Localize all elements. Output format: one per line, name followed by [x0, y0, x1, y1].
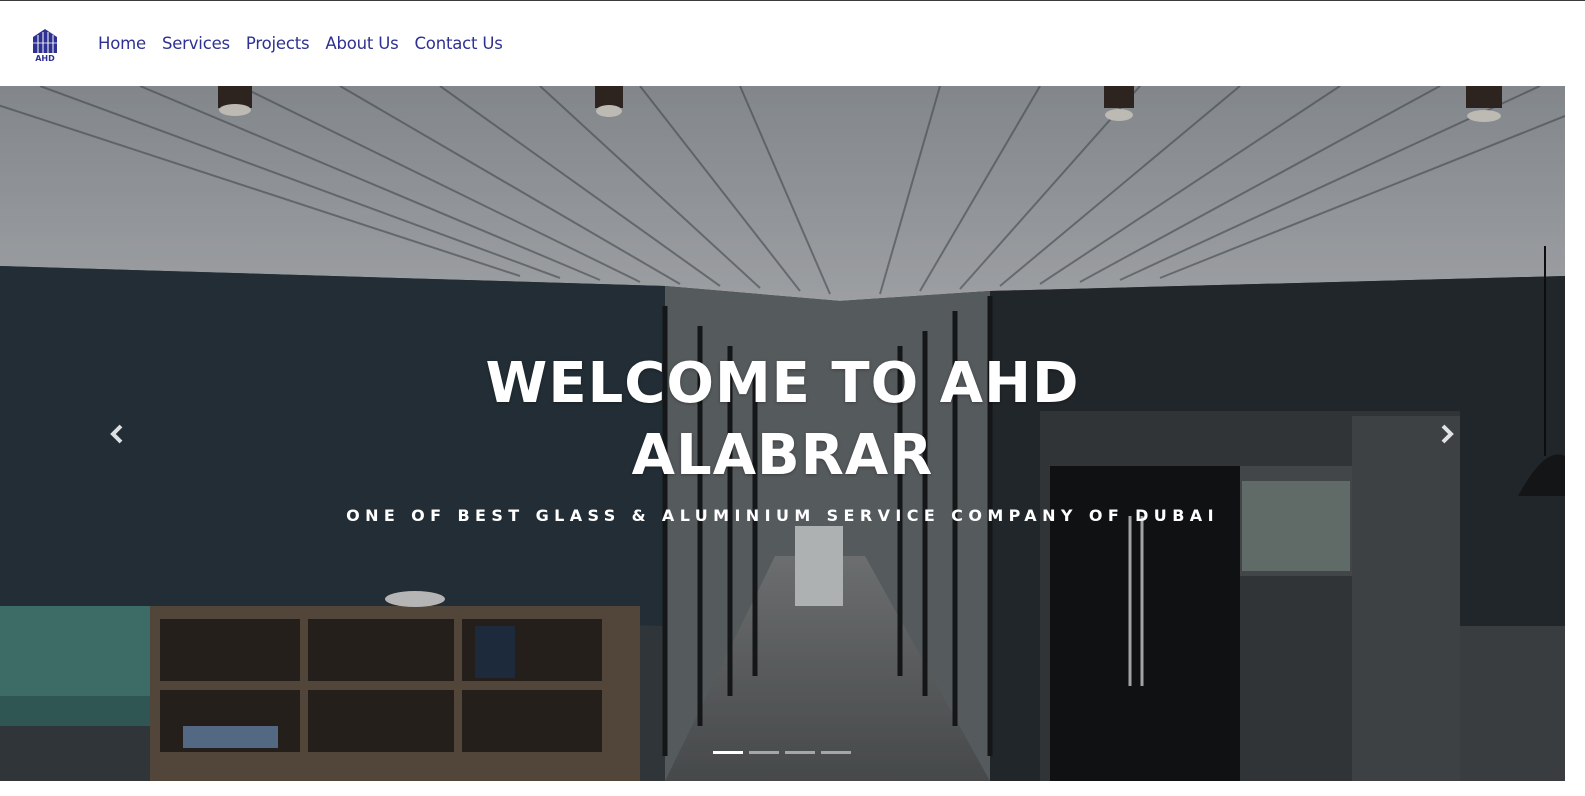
carousel-indicator[interactable] [785, 751, 815, 754]
hero-subtitle: ONE OF BEST GLASS & ALUMINIUM SERVICE CO… [346, 506, 1219, 525]
nav-services[interactable]: Services [162, 34, 230, 53]
carousel-indicator[interactable] [749, 751, 779, 754]
nav-contact-us[interactable]: Contact Us [414, 34, 502, 53]
carousel-next-button[interactable] [1432, 416, 1462, 452]
carousel-indicator[interactable] [713, 751, 743, 754]
carousel-indicators [713, 751, 851, 754]
nav-about-us[interactable]: About Us [325, 34, 398, 53]
page-scrollbar[interactable] [1567, 1, 1585, 796]
chevron-right-icon [1441, 424, 1454, 444]
carousel-indicator[interactable] [821, 751, 851, 754]
hero-caption: WELCOME TO AHD ALABRAR ONE OF BEST GLASS… [0, 348, 1565, 525]
nav-home[interactable]: Home [98, 34, 146, 53]
nav-projects[interactable]: Projects [246, 34, 310, 53]
carousel-prev-button[interactable] [102, 416, 132, 452]
hero-title: WELCOME TO AHD ALABRAR [485, 351, 1080, 488]
company-logo[interactable]: AHD [30, 27, 60, 63]
chevron-left-icon [110, 424, 123, 444]
logo-text: AHD [35, 54, 55, 63]
main-nav: Home Services Projects About Us Contact … [98, 1, 503, 86]
navbar: AHD Home Services Projects About Us Cont… [0, 1, 1567, 86]
hero-carousel: WELCOME TO AHD ALABRAR ONE OF BEST GLASS… [0, 86, 1565, 781]
